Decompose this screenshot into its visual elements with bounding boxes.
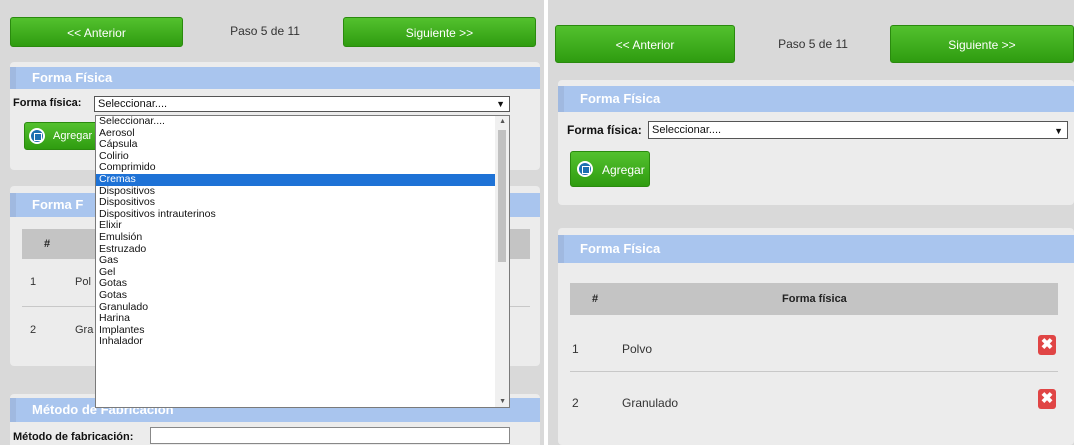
table-row-name: Pol [75,276,91,288]
left-pane: << Anterior Paso 5 de 11 Siguiente >> Fo… [0,0,544,445]
dropdown-option[interactable]: Colirio [96,150,509,163]
forma-fisica-section: Forma Física Forma física: Seleccionar..… [558,80,1074,205]
next-button[interactable]: Siguiente >> [343,17,536,47]
dropdown-option[interactable]: Gas [96,255,509,267]
add-button-label: Agregar [53,130,93,142]
table-row-num: 2 [572,396,579,410]
dropdown-option[interactable]: Gotas [96,289,509,302]
forma-fisica-select[interactable]: Seleccionar.... ▼ [648,121,1068,139]
right-pane: << Anterior Paso 5 de 11 Siguiente >> Fo… [548,0,1074,445]
forma-fisica-dropdown[interactable]: Seleccionar.... Aerosol Cápsula Colirio Comp… [95,115,510,408]
forma-fisica-label: Forma física: [567,123,642,137]
dropdown-option[interactable]: Harina [96,312,509,325]
select-value: Seleccionar.... [652,124,722,136]
table-row-num: 2 [30,324,37,336]
table-row-name: Granulado [622,396,679,410]
list-section-title-text: Forma F [32,197,84,212]
chevron-down-icon: ▼ [496,99,505,109]
dropdown-option[interactable]: Comprimido [96,162,509,174]
forma-fisica-list-section: Forma Física # Forma física 1 Polvo ✖ 2 … [558,228,1074,445]
chevron-down-icon: ▼ [1054,126,1063,136]
section-title: Forma Física [558,86,1074,112]
prev-button[interactable]: << Anterior [10,17,183,47]
row-divider [570,371,1058,372]
dropdown-options: Seleccionar.... Aerosol Cápsula Colirio Comp… [96,116,509,348]
delete-icon[interactable]: ✖ [1038,389,1056,409]
col-num-header: # [592,293,599,305]
forma-fisica-label: Forma física: [13,97,82,109]
save-icon [29,128,45,144]
metodo-input[interactable] [150,427,510,444]
forma-fisica-select[interactable]: Seleccionar.... ▼ [94,96,510,112]
add-button[interactable]: Agregar [24,122,98,150]
dropdown-option[interactable]: Elixir [96,220,509,232]
col-name-header: Forma física [782,293,847,305]
dropdown-option[interactable]: Emulsión [96,231,509,244]
table-row-num: 1 [30,276,37,288]
col-num-header: # [44,238,51,250]
scroll-down-icon[interactable]: ▼ [499,398,506,405]
scroll-up-icon[interactable]: ▲ [499,118,506,125]
table-row-name: Gra [75,324,94,336]
dropdown-option[interactable]: Gotas [96,278,509,290]
dropdown-option[interactable]: Implantes [96,324,509,337]
dropdown-option[interactable]: Cremas [96,173,509,186]
table-row-name: Polvo [622,342,653,356]
dropdown-option[interactable]: Gel [96,266,509,279]
metodo-label: Método de fabricación: [13,431,134,443]
dropdown-option[interactable]: Inhalador [96,336,509,348]
dropdown-option[interactable]: Granulado [96,301,509,314]
dropdown-option[interactable]: Dispositivos [96,197,509,209]
dropdown-option[interactable]: Estruzado [96,243,509,256]
add-button-label: Agregar [602,163,645,177]
step-indicator: Paso 5 de 11 [778,37,848,51]
save-icon [577,161,593,177]
step-indicator: Paso 5 de 11 [230,24,300,38]
list-section-title: Forma Física [558,235,1074,263]
dropdown-option[interactable]: Cápsula [96,139,509,151]
dropdown-option[interactable]: Dispositivos intrauterinos [96,208,509,221]
select-value: Seleccionar.... [98,98,168,110]
add-button[interactable]: Agregar [570,151,650,187]
section-title: Forma Física [10,67,540,89]
table-row-num: 1 [572,342,579,356]
prev-button[interactable]: << Anterior [555,25,735,63]
scrollbar-thumb[interactable] [498,130,506,262]
dropdown-option[interactable]: Seleccionar.... [96,116,509,128]
dropdown-option[interactable]: Aerosol [96,127,509,140]
next-button[interactable]: Siguiente >> [890,25,1074,63]
dropdown-scrollbar[interactable]: ▲ ▼ [495,116,509,407]
table-header: # Forma física [570,283,1058,315]
dropdown-option[interactable]: Dispositivos [96,185,509,198]
delete-icon[interactable]: ✖ [1038,335,1056,355]
